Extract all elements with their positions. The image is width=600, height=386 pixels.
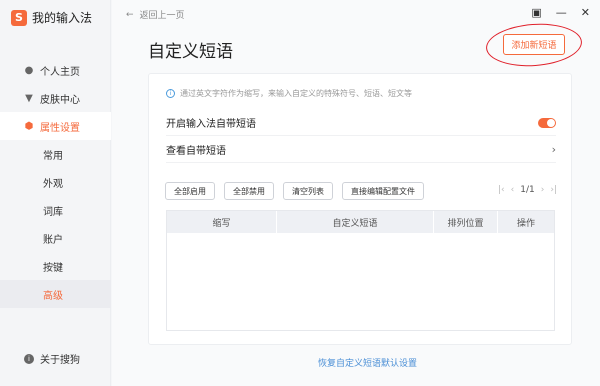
sidebar-subitem-common[interactable]: 常用 <box>0 140 111 168</box>
feedback-icon[interactable]: ▣ <box>531 6 541 19</box>
about-link[interactable]: i 关于搜狗 <box>24 351 80 366</box>
col-phrase: 自定义短语 <box>277 211 434 233</box>
sidebar-item-settings[interactable]: ⬢ 属性设置 <box>0 112 111 140</box>
enable-builtin-label: 开启输入法自带短语 <box>166 119 256 130</box>
enable-all-button[interactable]: 全部启用 <box>165 182 215 200</box>
about-label: 关于搜狗 <box>40 355 80 366</box>
col-actions: 操作 <box>516 218 535 229</box>
sidebar-subitem-keys[interactable]: 按键 <box>0 252 111 280</box>
sidebar-item-profile[interactable]: ● 个人主页 <box>0 56 111 84</box>
next-page-icon[interactable]: › <box>541 185 545 195</box>
last-page-icon[interactable]: ›| <box>550 185 557 195</box>
enable-builtin-row: 开启输入法自带短语 <box>166 110 556 136</box>
info-icon: i <box>24 353 34 364</box>
settings-card: i 通过英文字符作为缩写，来输入自定义的特殊符号、短语、短文等 开启输入法自带短… <box>148 73 572 345</box>
clear-list-button[interactable]: 清空列表 <box>283 182 333 200</box>
info-circle-icon: i <box>166 89 175 98</box>
sogou-logo-icon: S <box>11 9 27 26</box>
sidebar-subitem-appearance[interactable]: 外观 <box>0 168 111 196</box>
chevron-right-icon: › <box>551 143 556 156</box>
action-buttons: 全部启用 全部禁用 清空列表 直接编辑配置文件 <box>165 182 424 200</box>
sidebar-subitem-advanced[interactable]: 高级 <box>0 280 111 308</box>
page-title: 自定义短语 <box>148 42 233 62</box>
close-icon[interactable]: ✕ <box>581 6 590 19</box>
app-title: 我的输入法 <box>32 11 93 25</box>
back-link[interactable]: ← 返回上一页 <box>126 8 185 22</box>
sidebar-nav: ● 个人主页 ▼ 皮肤中心 ⬢ 属性设置 常用 外观 词库 账户 按键 高级 <box>0 56 111 308</box>
col-abbr: 缩写 <box>167 211 277 233</box>
back-label: 返回上一页 <box>139 11 185 21</box>
sidebar-item-label: 个人主页 <box>40 66 80 78</box>
add-phrase-button[interactable]: 添加新短语 <box>503 34 565 55</box>
arrow-left-icon: ← <box>126 9 134 20</box>
shirt-icon: ▼ <box>25 92 33 104</box>
view-builtin-row[interactable]: 查看自带短语 › <box>166 137 556 163</box>
hint-label: 通过英文字符作为缩写，来输入自定义的特殊符号、短语、短文等 <box>180 89 412 98</box>
restore-defaults-link[interactable]: 恢复自定义短语默认设置 <box>318 356 417 369</box>
edit-config-button[interactable]: 直接编辑配置文件 <box>342 182 424 200</box>
hint-text: i 通过英文字符作为缩写，来输入自定义的特殊符号、短语、短文等 <box>166 88 412 99</box>
window-controls: ▣ — ✕ <box>531 6 590 19</box>
pager: |‹ ‹ 1/1 › ›| <box>498 185 557 195</box>
main-panel: ← 返回上一页 ▣ — ✕ 自定义短语 添加新短语 i 通过英文字符作为缩写，来… <box>112 0 600 386</box>
sidebar-item-label: 属性设置 <box>40 122 80 134</box>
minimize-icon[interactable]: — <box>556 6 567 19</box>
table-header: 缩写 自定义短语 排列位置 操作 <box>167 211 554 233</box>
person-icon: ● <box>24 64 34 76</box>
sidebar-subitem-account[interactable]: 账户 <box>0 224 111 252</box>
first-page-icon[interactable]: |‹ <box>498 185 505 195</box>
app-logo: S 我的输入法 <box>11 9 92 26</box>
sidebar: S 我的输入法 ● 个人主页 ▼ 皮肤中心 ⬢ 属性设置 常用 外观 词库 账户… <box>0 0 111 386</box>
hexagon-gear-icon: ⬢ <box>24 120 34 132</box>
col-position: 排列位置 <box>434 211 498 233</box>
enable-builtin-toggle[interactable] <box>538 117 556 128</box>
disable-all-button[interactable]: 全部禁用 <box>224 182 274 200</box>
sidebar-subitem-dictionary[interactable]: 词库 <box>0 196 111 224</box>
phrase-table: 缩写 自定义短语 排列位置 操作 <box>166 210 555 331</box>
sidebar-item-label: 皮肤中心 <box>40 94 80 106</box>
page-indicator: 1/1 <box>520 185 535 195</box>
view-builtin-label: 查看自带短语 <box>166 146 226 157</box>
sidebar-item-skins[interactable]: ▼ 皮肤中心 <box>0 84 111 112</box>
prev-page-icon[interactable]: ‹ <box>511 185 515 195</box>
